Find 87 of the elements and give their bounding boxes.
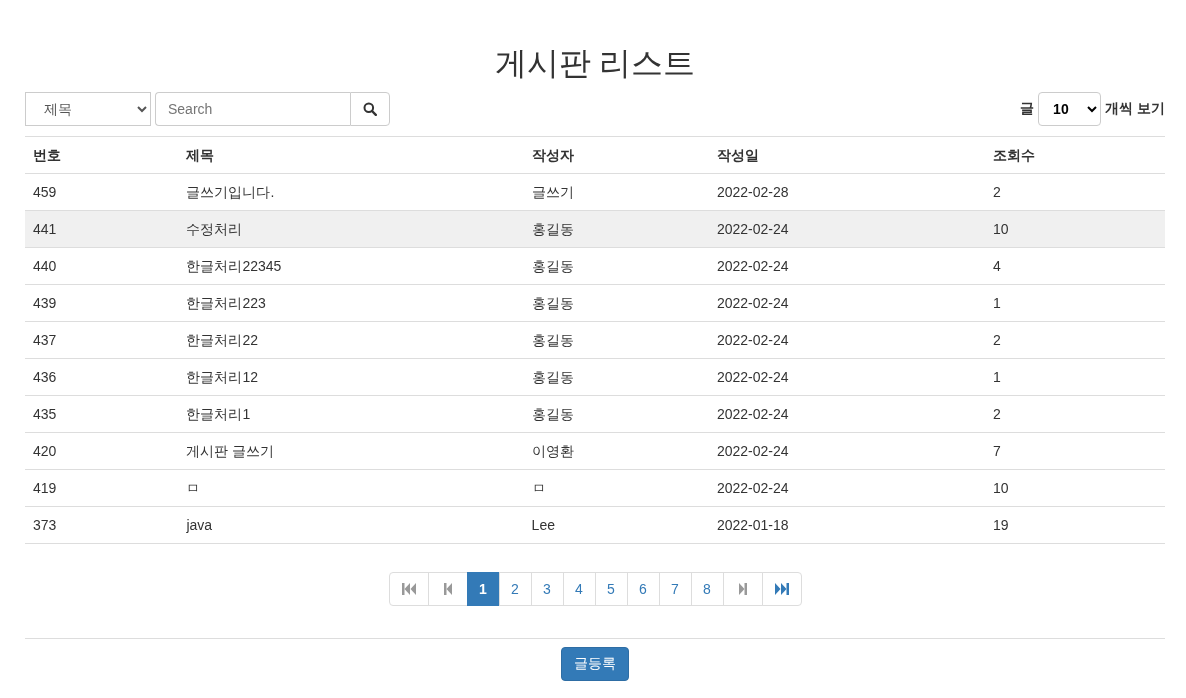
table-cell: ㅁ bbox=[523, 469, 709, 507]
table-cell: 2022-01-18 bbox=[708, 506, 985, 544]
table-cell: 수정처리 bbox=[178, 210, 524, 248]
skip-back-icon bbox=[401, 583, 416, 595]
last-page-button[interactable] bbox=[761, 572, 802, 606]
table-cell: 441 bbox=[25, 210, 179, 248]
table-cell: 이영환 bbox=[523, 432, 709, 470]
table-cell: 홍길동 bbox=[523, 247, 709, 285]
table-row[interactable]: 435 한글처리1 홍길동 2022-02-24 2 bbox=[25, 395, 1165, 433]
table-cell: 한글처리22 bbox=[178, 321, 524, 359]
table-row[interactable]: 440 한글처리22345 홍길동 2022-02-24 4 bbox=[25, 247, 1165, 285]
column-header: 작성일 bbox=[708, 136, 985, 174]
table-row[interactable]: 420 게시판 글쓰기 이영환 2022-02-24 7 bbox=[25, 432, 1165, 470]
table-cell: 19 bbox=[984, 506, 1165, 544]
table-cell: 459 bbox=[25, 173, 179, 211]
table-cell: 한글처리12 bbox=[178, 358, 524, 396]
table-cell: 2 bbox=[984, 395, 1165, 433]
table-cell: 2022-02-24 bbox=[708, 247, 985, 285]
table-cell: 2022-02-24 bbox=[708, 358, 985, 396]
table-cell: 440 bbox=[25, 247, 179, 285]
search-field-select[interactable]: 제목 bbox=[25, 92, 151, 126]
table-cell: 한글처리223 bbox=[178, 284, 524, 322]
table-cell: 홍길동 bbox=[523, 395, 709, 433]
table-cell: 글쓰기 bbox=[523, 173, 709, 211]
table-cell: 홍길동 bbox=[523, 358, 709, 396]
table-cell: 한글처리1 bbox=[178, 395, 524, 433]
table-cell: 2022-02-24 bbox=[708, 395, 985, 433]
table-cell: 홍길동 bbox=[523, 210, 709, 248]
table-row[interactable]: 441 수정처리 홍길동 2022-02-24 10 bbox=[25, 210, 1165, 248]
table-row[interactable]: 459 글쓰기입니다. 글쓰기 2022-02-28 2 bbox=[25, 173, 1165, 211]
page-button[interactable]: 4 bbox=[562, 572, 596, 606]
page-button[interactable]: 2 bbox=[498, 572, 532, 606]
table-cell: 437 bbox=[25, 321, 179, 359]
table-cell: 7 bbox=[984, 432, 1165, 470]
step-forward-icon bbox=[738, 583, 747, 595]
table-cell: 2022-02-28 bbox=[708, 173, 985, 211]
page-size-label: 글 bbox=[1020, 100, 1035, 118]
table-cell: 1 bbox=[984, 284, 1165, 322]
table-cell: 2022-02-24 bbox=[708, 321, 985, 359]
table-cell: 419 bbox=[25, 469, 179, 507]
skip-forward-icon bbox=[774, 583, 789, 595]
table-row[interactable]: 419 ㅁ ㅁ 2022-02-24 10 bbox=[25, 469, 1165, 507]
table-cell: 373 bbox=[25, 506, 179, 544]
table-cell: 1 bbox=[984, 358, 1165, 396]
page-size-suffix: 개씩 보기 bbox=[1105, 100, 1165, 118]
table-cell: 홍길동 bbox=[523, 321, 709, 359]
table-cell: 4 bbox=[984, 247, 1165, 285]
table-cell: 2022-02-24 bbox=[708, 210, 985, 248]
table-cell: java bbox=[178, 506, 524, 544]
table-cell: 10 bbox=[984, 210, 1165, 248]
table-row[interactable]: 373 java Lee 2022-01-18 19 bbox=[25, 506, 1165, 544]
page-button[interactable]: 5 bbox=[594, 572, 628, 606]
step-back-icon bbox=[443, 583, 452, 595]
page-size-select[interactable]: 10 bbox=[1038, 92, 1102, 126]
column-header: 작성자 bbox=[523, 136, 709, 174]
table-cell: 436 bbox=[25, 358, 179, 396]
table-cell: 10 bbox=[984, 469, 1165, 507]
page-button[interactable]: 6 bbox=[626, 572, 660, 606]
page-button[interactable]: 3 bbox=[530, 572, 564, 606]
table-cell: ㅁ bbox=[178, 469, 524, 507]
search-button[interactable] bbox=[350, 92, 390, 126]
table-cell: 글쓰기입니다. bbox=[178, 173, 524, 211]
table-cell: 435 bbox=[25, 395, 179, 433]
table-cell: 2022-02-24 bbox=[708, 469, 985, 507]
table-row[interactable]: 436 한글처리12 홍길동 2022-02-24 1 bbox=[25, 358, 1165, 396]
column-header: 제목 bbox=[178, 136, 524, 174]
table-cell: 439 bbox=[25, 284, 179, 322]
table-cell: 2 bbox=[984, 173, 1165, 211]
page-button[interactable]: 7 bbox=[658, 572, 692, 606]
search-field[interactable]: Search bbox=[155, 92, 350, 126]
table-row[interactable]: 437 한글처리22 홍길동 2022-02-24 2 bbox=[25, 321, 1165, 359]
search-icon bbox=[363, 102, 377, 116]
table-cell: 한글처리22345 bbox=[178, 247, 524, 285]
table-cell: 홍길동 bbox=[523, 284, 709, 322]
table-cell: Lee bbox=[523, 506, 709, 544]
table-cell: 2022-02-24 bbox=[708, 432, 985, 470]
table-cell: 2 bbox=[984, 321, 1165, 359]
page-button[interactable]: 8 bbox=[690, 572, 724, 606]
write-post-button[interactable]: 글등록 bbox=[561, 647, 629, 681]
table-cell: 2022-02-24 bbox=[708, 284, 985, 322]
table-cell: 게시판 글쓰기 bbox=[178, 432, 524, 470]
page-title: 게시판 리스트 bbox=[493, 44, 697, 83]
table-row[interactable]: 439 한글처리223 홍길동 2022-02-24 1 bbox=[25, 284, 1165, 322]
table-cell: 420 bbox=[25, 432, 179, 470]
column-header: 조회수 bbox=[984, 136, 1165, 174]
column-header: 번호 bbox=[25, 136, 179, 174]
page-button[interactable]: 1 bbox=[466, 572, 500, 606]
